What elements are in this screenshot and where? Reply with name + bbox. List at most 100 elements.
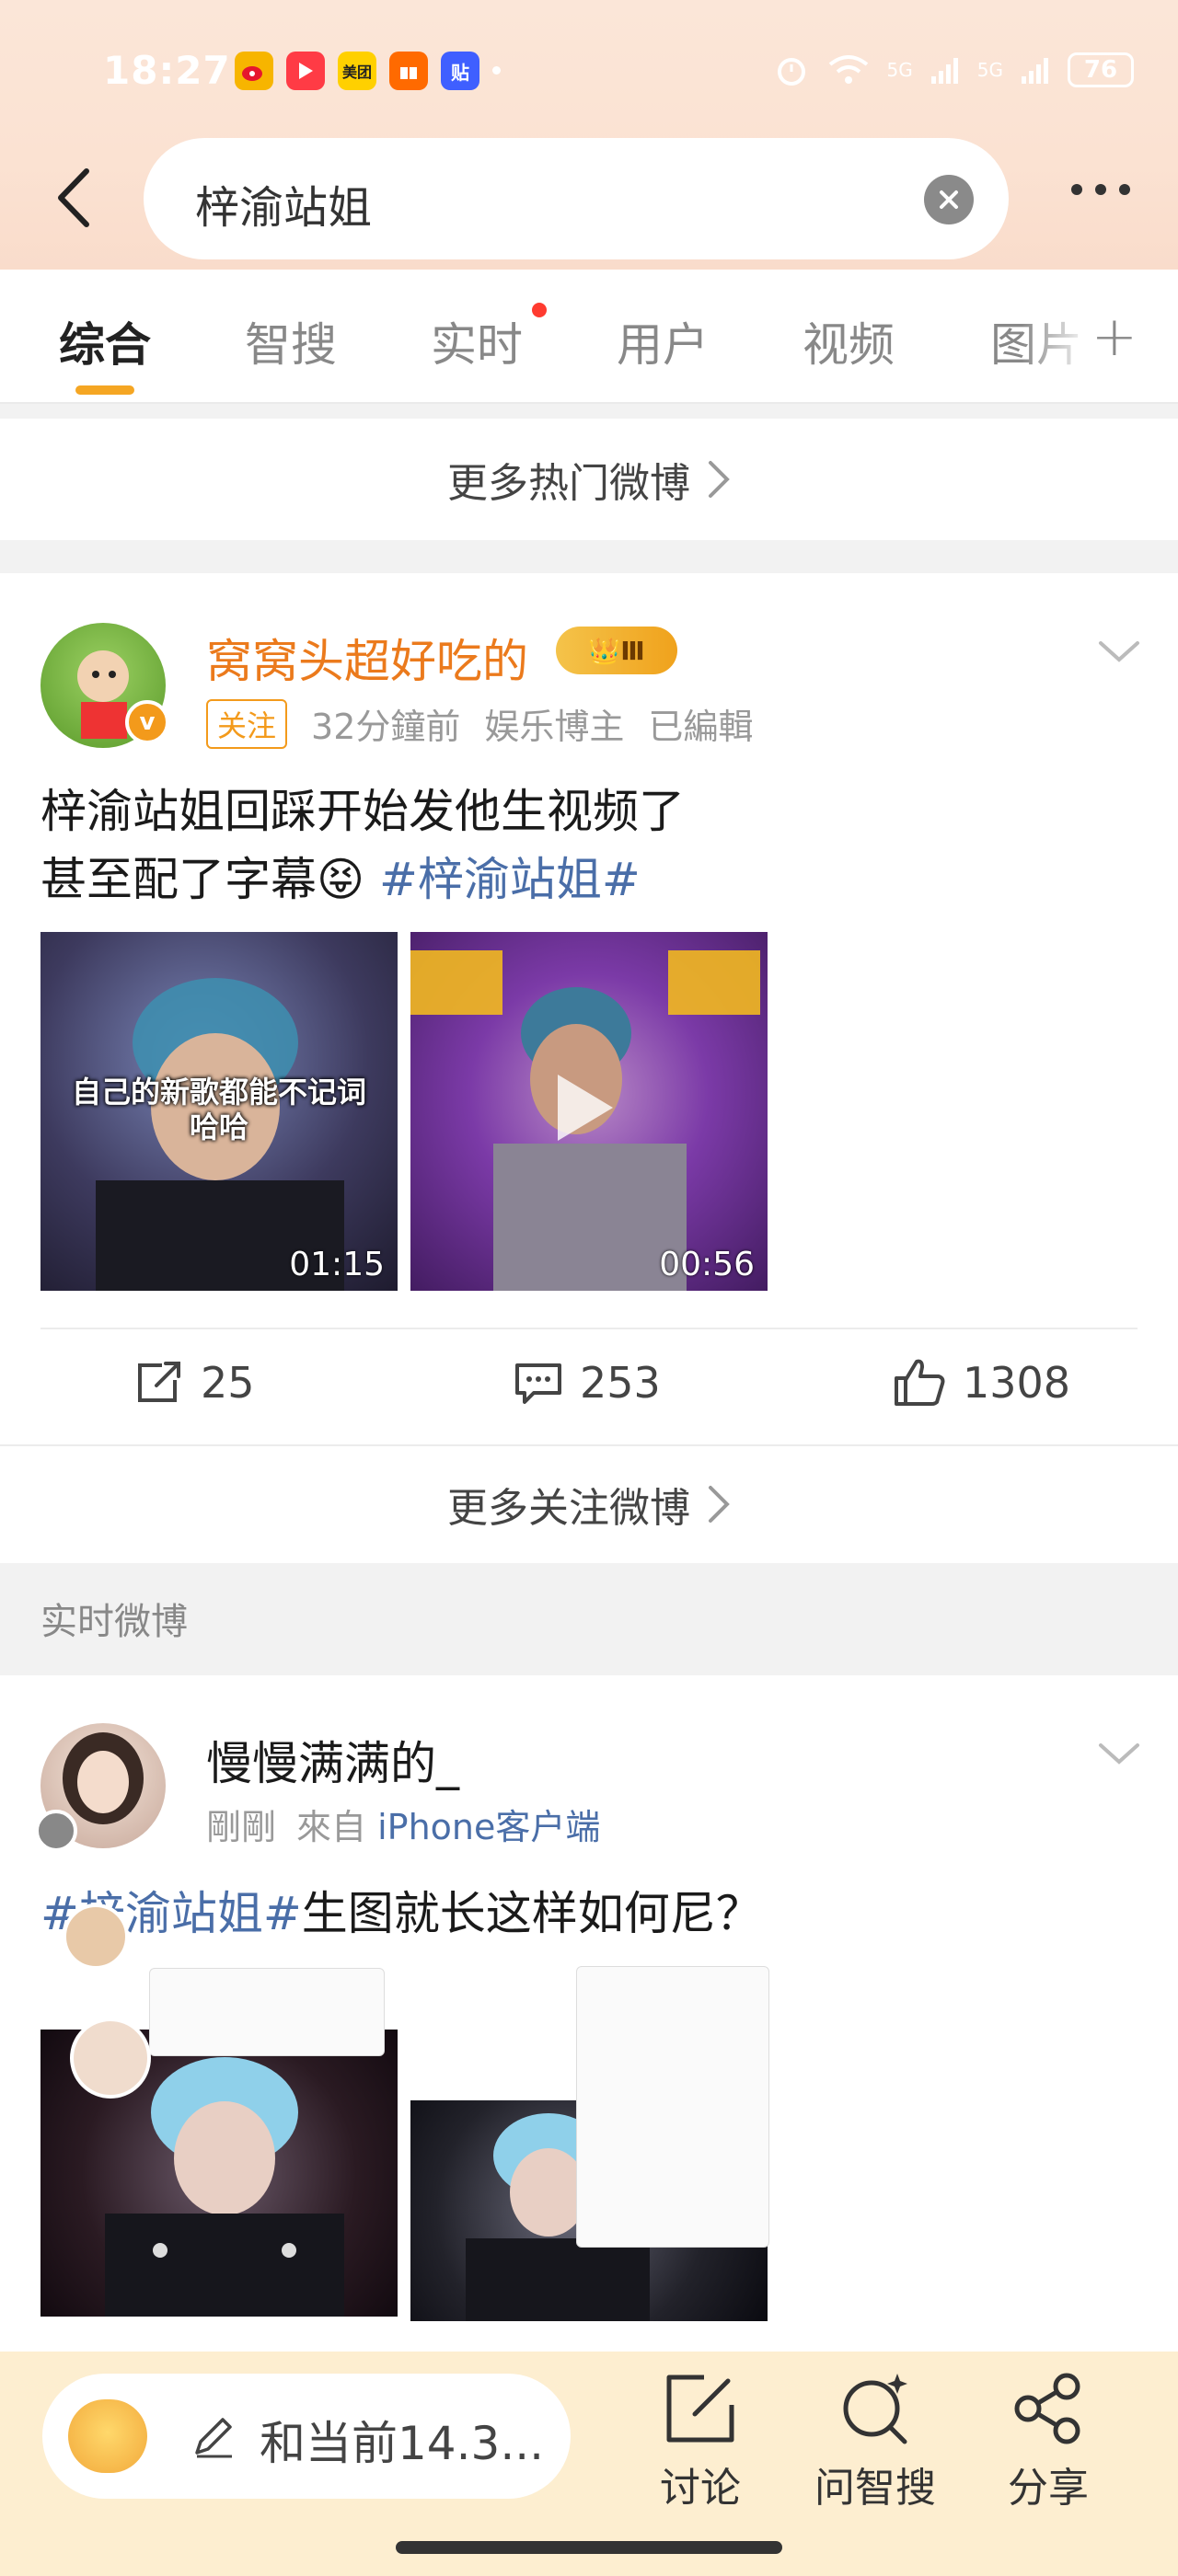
divider	[40, 1328, 1138, 1329]
search-tabs: 综合 智搜 实时 用户 视频 图片 +	[0, 270, 1178, 404]
source-link[interactable]: iPhone客户端	[377, 1807, 600, 1847]
repost-count: 25	[201, 1358, 255, 1408]
tab-smart-search[interactable]: 智搜	[245, 308, 337, 374]
notification-icons: 美团 贴	[235, 52, 501, 90]
avatar-status-icon	[35, 1810, 77, 1852]
chevron-right-icon	[709, 461, 730, 498]
section-title: 实时微博	[40, 1601, 188, 1643]
home-indicator[interactable]	[396, 2541, 782, 2554]
hashtag-link[interactable]: #梓渝站姐#	[379, 853, 641, 906]
weibo-icon	[235, 52, 273, 90]
search-box[interactable]: 梓渝站姐	[144, 138, 1009, 259]
add-tab-button[interactable]: +	[1091, 305, 1138, 369]
sticker-avatar	[70, 2018, 151, 2099]
more-dots-icon	[1095, 184, 1106, 195]
realtime-new-dot	[532, 303, 547, 317]
signal-icon	[930, 58, 958, 84]
gift-icon	[389, 52, 428, 90]
post-time: 剛剛	[206, 1807, 277, 1847]
ask-smart-search-button[interactable]: 问智搜	[797, 2370, 953, 2513]
username[interactable]: 慢慢满满的_	[206, 1727, 459, 1793]
post-card[interactable]: 慢慢满满的_ 剛剛 來自 iPhone客户端 #梓渝站姐#生图就长这样如何尼？	[0, 1675, 1178, 2393]
signal-label-2: 5G	[976, 59, 1003, 81]
video-thumbnail[interactable]: 自己的新歌都能不记词 哈哈 01:15	[40, 932, 398, 1291]
verified-badge-icon: v	[125, 700, 169, 744]
wifi-icon	[828, 55, 868, 84]
smart-search-input[interactable]: 和当前14.3...	[42, 2374, 571, 2499]
source-prefix: 來自	[296, 1807, 367, 1847]
more-dots-icon	[1071, 184, 1082, 195]
share-label: 分享	[1008, 2465, 1089, 2512]
follow-button[interactable]: 关注	[206, 698, 288, 749]
clear-search-button[interactable]	[924, 175, 974, 224]
more-options-button[interactable]	[1071, 184, 1130, 195]
chevron-down-icon[interactable]	[1097, 638, 1141, 665]
more-follow-link[interactable]: 更多关注微博	[0, 1444, 1178, 1562]
tab-users[interactable]: 用户	[617, 308, 709, 374]
ask-label: 问智搜	[814, 2465, 936, 2512]
comment-button[interactable]: 253	[514, 1337, 661, 1429]
meituan-icon: 美团	[338, 52, 376, 90]
clock: 18:27	[103, 48, 231, 93]
top-header: 18:27 美团 贴 5G 5G 76 梓渝站姐	[0, 0, 1178, 270]
battery-indicator: 76	[1068, 52, 1134, 87]
edit-square-icon	[666, 2375, 734, 2443]
video-icon	[286, 52, 325, 90]
chevron-left-icon	[58, 168, 89, 227]
post-text-segment: 甚至配了字幕	[40, 853, 317, 906]
video-duration: 00:56	[659, 1246, 755, 1283]
signal-label-1: 5G	[886, 59, 913, 81]
post-actions: 25 253 1308	[0, 1337, 1178, 1429]
play-icon[interactable]	[558, 1075, 613, 1141]
more-hot-label: 更多热门微博	[447, 460, 690, 507]
tab-comprehensive[interactable]: 综合	[59, 308, 151, 374]
member-crown-icon[interactable]: 👑 Ⅲ	[556, 627, 677, 674]
like-count: 1308	[963, 1358, 1071, 1408]
comment-count: 253	[580, 1358, 661, 1408]
emoji-icon: 😝	[317, 853, 365, 906]
post-meta: 关注 32分鐘前 娱乐博主 已編輯	[206, 698, 753, 749]
user-category: 娱乐博主	[484, 707, 625, 747]
discuss-button[interactable]: 讨论	[622, 2370, 779, 2513]
pencil-icon	[195, 2418, 232, 2458]
more-dots-icon	[1119, 184, 1130, 195]
search-input[interactable]: 梓渝站姐	[195, 171, 372, 236]
repost-button[interactable]: 25	[134, 1337, 255, 1429]
chevron-down-icon[interactable]	[1097, 1740, 1141, 1767]
back-button[interactable]	[48, 166, 99, 230]
active-tab-indicator	[75, 385, 134, 395]
system-status: 5G 5G 76	[773, 52, 1134, 88]
tab-videos[interactable]: 视频	[803, 308, 895, 374]
share-icon	[1014, 2373, 1080, 2444]
tab-realtime[interactable]: 实时	[431, 308, 523, 374]
video-thumbnail[interactable]: 00:56	[410, 932, 768, 1291]
search-row: 梓渝站姐	[0, 138, 1178, 261]
screenshot-overlay	[149, 1968, 385, 2056]
username[interactable]: 窝窝头超好吃的	[206, 625, 528, 691]
video-duration: 01:15	[289, 1246, 385, 1283]
discuss-label: 讨论	[660, 2465, 741, 2512]
repost-icon	[138, 1362, 180, 1402]
mascot-icon	[68, 2399, 147, 2473]
smart-search-icon	[843, 2374, 907, 2444]
screenshot-overlay	[576, 1966, 769, 2248]
post-text-segment: 生图就长这样如何尼？	[301, 1887, 762, 1940]
post-text: 梓渝站姐回踩开始发他生视频了 甚至配了字幕😝 #梓渝站姐#	[40, 777, 685, 914]
more-notifications-dot	[492, 66, 501, 75]
member-level: Ⅲ	[620, 635, 645, 666]
post-time: 32分鐘前	[311, 707, 461, 747]
post-text: #梓渝站姐#生图就长这样如何尼？	[40, 1880, 762, 1948]
thumbs-up-icon	[895, 1359, 945, 1406]
signal-icon	[1022, 58, 1048, 84]
more-hot-link[interactable]: 更多热门微博	[0, 419, 1178, 540]
post-card[interactable]: v 窝窝头超好吃的 👑 Ⅲ 关注 32分鐘前 娱乐博主 已編輯 梓渝站姐回踩开始…	[0, 573, 1178, 1563]
status-bar: 18:27 美团 贴 5G 5G 76	[0, 48, 1178, 103]
sticker-avatar	[63, 1903, 129, 1970]
more-follow-label: 更多关注微博	[447, 1485, 690, 1532]
share-button[interactable]: 分享	[970, 2370, 1126, 2513]
chevron-right-icon	[709, 1486, 730, 1523]
video-caption: 自己的新歌都能不记词 哈哈	[71, 1075, 366, 1144]
post-text-line: 梓渝站姐回踩开始发他生视频了	[40, 785, 685, 838]
edited-label: 已編輯	[648, 707, 754, 747]
like-button[interactable]: 1308	[893, 1337, 1070, 1429]
